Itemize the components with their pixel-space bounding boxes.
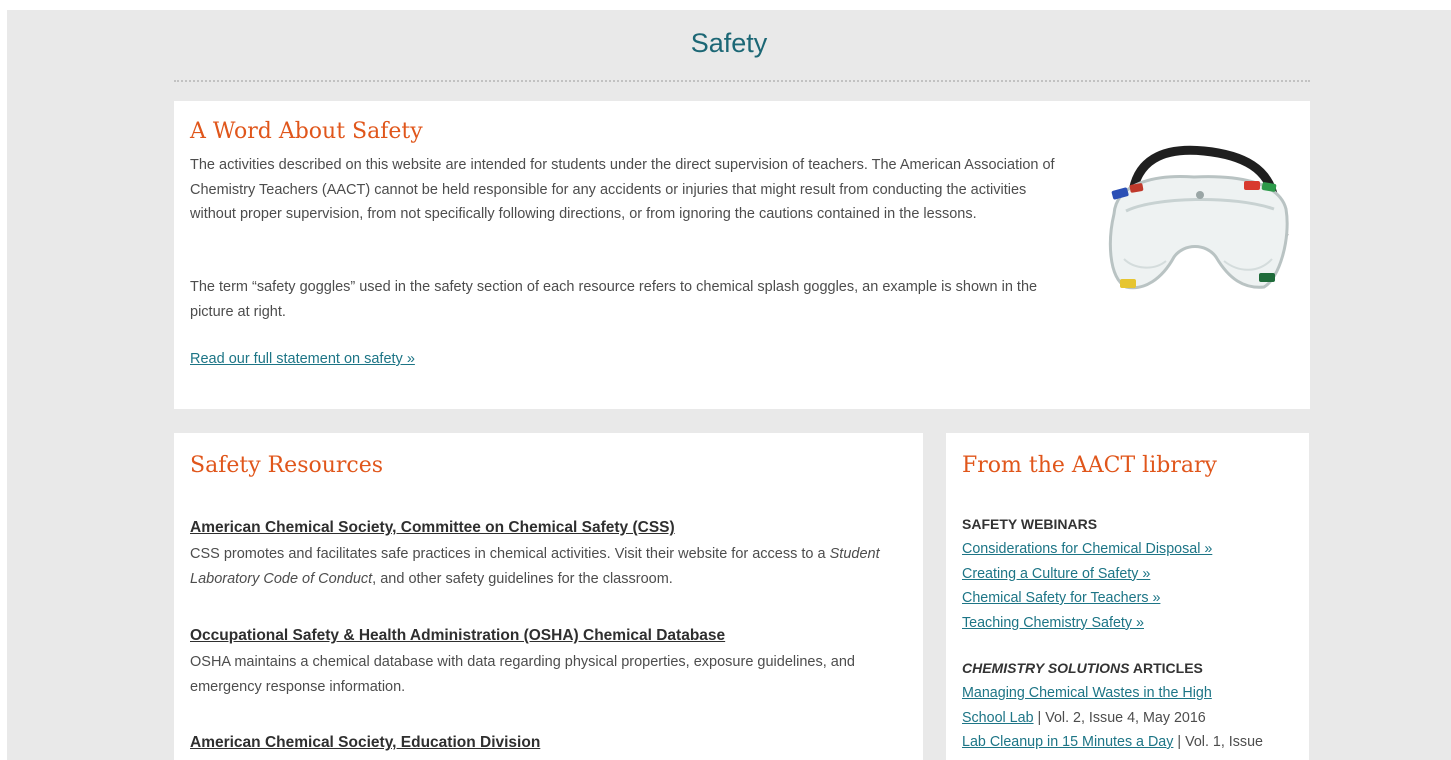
article-link-lab-cleanup[interactable]: Lab Cleanup in 15 Minutes a Day	[962, 734, 1173, 750]
full-safety-statement-link[interactable]: Read our full statement on safety »	[190, 347, 415, 372]
article-link-managing-wastes[interactable]: Managing Chemical Wastes in the High	[962, 685, 1212, 701]
articles-label-rest: ARTICLES	[1129, 660, 1203, 676]
articles-list: Managing Chemical Wastes in the High Sch…	[962, 681, 1263, 755]
resource-desc-css: CSS promotes and facilitates safe practi…	[190, 542, 910, 592]
article-meta: | Vol. 1, Issue	[1173, 734, 1263, 750]
chemistry-solutions-italic: CHEMISTRY SOLUTIONS	[962, 660, 1130, 676]
page-title: Safety	[690, 28, 768, 58]
word-about-safety-heading: A Word About Safety	[190, 119, 423, 144]
article-link-managing-wastes-cont[interactable]: School Lab	[962, 710, 1034, 726]
webinars-list: Considerations for Chemical Disposal » C…	[962, 537, 1212, 635]
webinar-link-culture-of-safety[interactable]: Creating a Culture of Safety »	[962, 566, 1150, 582]
chemistry-solutions-articles-label: CHEMISTRY SOLUTIONS ARTICLES	[962, 660, 1203, 676]
webinar-link-chemical-safety-teachers[interactable]: Chemical Safety for Teachers »	[962, 590, 1160, 606]
safety-resources-card: Safety Resources American Chemical Socie…	[174, 433, 923, 760]
article-meta: | Vol. 2, Issue 4, May 2016	[1033, 709, 1206, 726]
safety-goggles-image	[1108, 145, 1289, 290]
safety-webinars-label: SAFETY WEBINARS	[962, 516, 1098, 532]
aact-library-heading: From the AACT library	[962, 453, 1217, 478]
word-about-safety-card: A Word About Safety The activities descr…	[174, 101, 1310, 409]
page-container: Safety A Word About Safety The activitie…	[7, 10, 1451, 760]
resource-desc-css-text-end: , and other safety guidelines for the cl…	[372, 571, 673, 587]
resource-desc-osha: OSHA maintains a chemical database with …	[190, 654, 855, 695]
safety-resources-heading: Safety Resources	[190, 453, 384, 478]
resource-desc-css-text: CSS promotes and facilitates safe practi…	[190, 546, 830, 562]
aact-library-card: From the AACT library SAFETY WEBINARS Co…	[946, 433, 1309, 760]
safety-paragraph-1: The activities described on this website…	[190, 157, 1055, 222]
resource-link-acs-education[interactable]: American Chemical Society, Education Div…	[190, 734, 540, 752]
resource-link-osha[interactable]: Occupational Safety & Health Administrat…	[190, 627, 725, 645]
webinar-link-teaching-chemistry-safety[interactable]: Teaching Chemistry Safety »	[962, 615, 1144, 631]
webinar-link-chemical-disposal[interactable]: Considerations for Chemical Disposal »	[962, 541, 1212, 557]
resource-link-css[interactable]: American Chemical Society, Committee on …	[190, 519, 675, 537]
safety-paragraph-2: The term “safety goggles” used in the sa…	[190, 279, 1038, 320]
title-divider	[174, 80, 1310, 82]
